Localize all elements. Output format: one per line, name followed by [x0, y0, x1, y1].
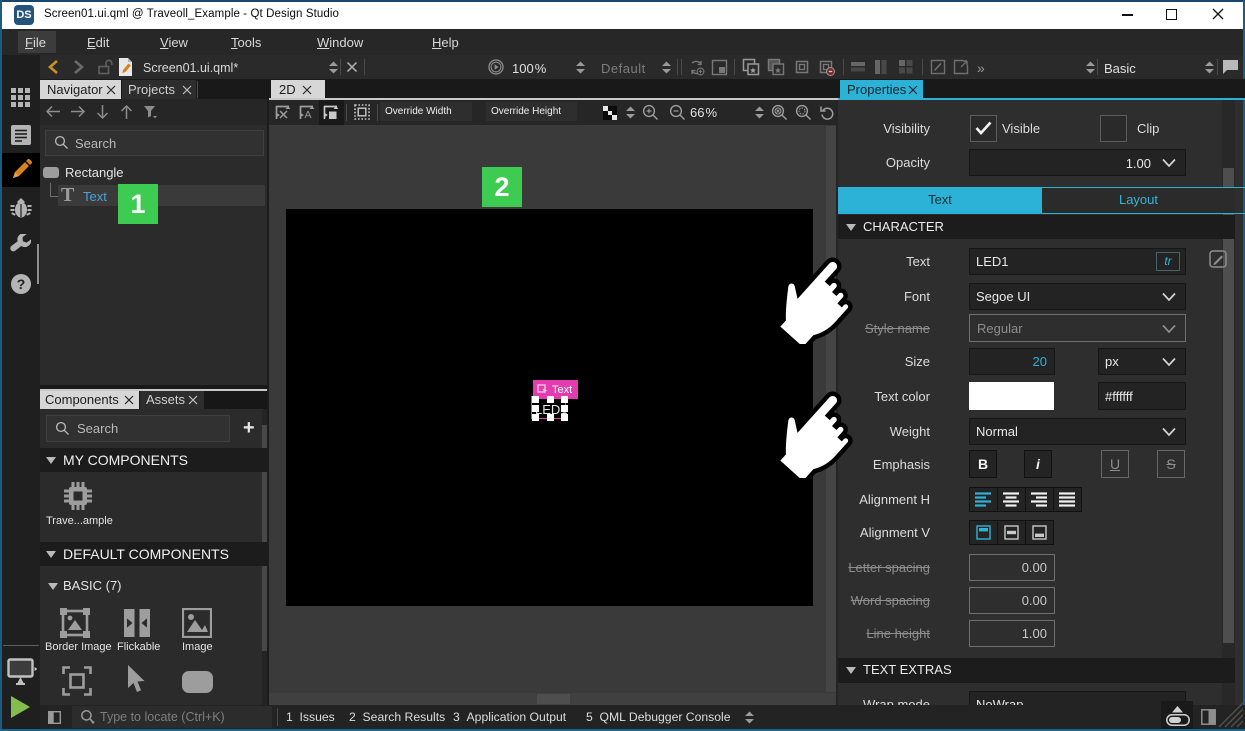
svg-text:A: A — [304, 109, 311, 121]
svg-text:?: ? — [17, 276, 26, 292]
